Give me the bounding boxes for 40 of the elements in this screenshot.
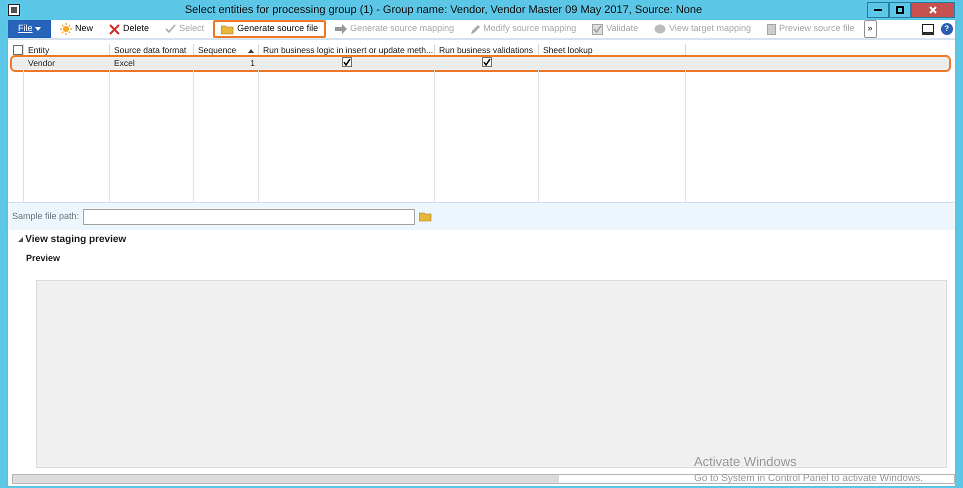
window-title: Select entities for processing group (1) - Group name: Vendor, Vendor Master 09 May 2017, Source: None bbox=[184, 2, 704, 18]
overflow-button[interactable]: » bbox=[864, 20, 877, 38]
arrow-icon bbox=[335, 24, 348, 34]
field-label: Sample file path: bbox=[12, 210, 80, 223]
close-icon bbox=[929, 6, 937, 14]
checkmark-icon bbox=[165, 24, 176, 34]
folder-icon bbox=[221, 24, 234, 34]
table-cell: Excel bbox=[114, 58, 135, 68]
close-button[interactable] bbox=[911, 2, 955, 18]
table-row[interactable]: Vendor Excel 1 bbox=[12, 57, 949, 70]
select-all-checkbox[interactable] bbox=[13, 45, 23, 55]
activation-notice-text: Go to System in Control Panel to activate Windows. bbox=[694, 472, 923, 486]
toolbar-button[interactable]: Generate source file bbox=[213, 20, 326, 38]
maximize-icon bbox=[896, 6, 904, 14]
horizontal-scrollbar[interactable] bbox=[12, 474, 955, 484]
file-path-field[interactable] bbox=[83, 208, 416, 224]
expand-toggle-icon[interactable] bbox=[18, 237, 23, 242]
help-button[interactable]: ? bbox=[940, 23, 953, 35]
pen-icon bbox=[470, 24, 480, 34]
activation-notice-title: Activate Windows bbox=[694, 452, 798, 470]
file-menu[interactable]: File bbox=[8, 20, 52, 38]
table-cell: Vendor bbox=[28, 58, 55, 68]
minimize-icon bbox=[874, 8, 882, 12]
table-cell: 1 bbox=[250, 58, 255, 68]
checkbox[interactable] bbox=[342, 57, 352, 67]
document-icon bbox=[766, 24, 776, 34]
caret-icon bbox=[35, 26, 42, 31]
section-subtitle: Preview bbox=[26, 252, 62, 265]
minimize-button[interactable] bbox=[867, 2, 889, 18]
cross-icon bbox=[109, 24, 120, 34]
checkbox[interactable] bbox=[482, 57, 492, 67]
section-title[interactable]: View staging preview bbox=[25, 232, 126, 247]
toolbar-button[interactable]: New bbox=[53, 20, 100, 38]
sun-icon bbox=[60, 23, 72, 35]
maximize-button[interactable] bbox=[889, 2, 911, 18]
checkbox-icon bbox=[592, 24, 604, 34]
app-icon[interactable] bbox=[8, 4, 20, 16]
folder-icon[interactable] bbox=[419, 211, 432, 222]
toolbar-button[interactable]: Delete bbox=[102, 20, 156, 38]
panel-icon[interactable] bbox=[922, 24, 934, 34]
